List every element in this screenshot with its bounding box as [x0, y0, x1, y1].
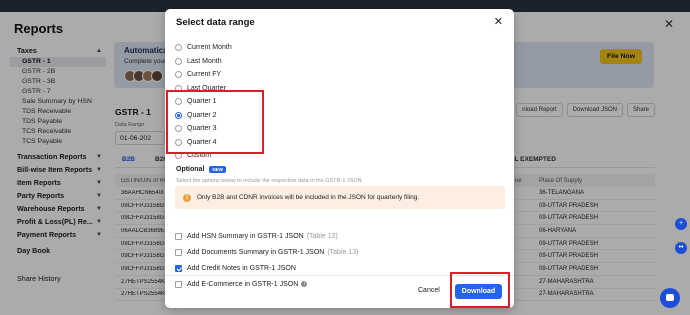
- radio-icon[interactable]: [175, 152, 182, 160]
- select-range-dialog: Select data range ✕ Current Month Last M…: [165, 9, 514, 308]
- radio-icon[interactable]: [175, 125, 182, 133]
- checkbox-icon[interactable]: [175, 248, 182, 256]
- info-icon: !: [183, 193, 191, 202]
- info-text: Only B2B and CDNR invoices will be inclu…: [197, 194, 420, 201]
- option-label: Current Month: [187, 44, 232, 52]
- option-custom[interactable]: Custom: [175, 149, 375, 163]
- range-options: Current Month Last Month Current FY Last…: [175, 41, 375, 163]
- check-label: Add HSN Summary in GSTR-1 JSON: [187, 232, 304, 240]
- optional-label: Optional: [176, 166, 205, 173]
- option-quarter-4[interactable]: Quarter 4: [175, 136, 375, 150]
- option-label: Current FY: [187, 71, 222, 79]
- optional-heading: Optional NEW: [176, 166, 226, 173]
- check-hsn-summary[interactable]: Add HSN Summary in GSTR-1 JSON (Table 12): [175, 228, 358, 244]
- radio-icon[interactable]: [175, 84, 182, 92]
- dialog-footer: [165, 275, 514, 276]
- option-quarter-1[interactable]: Quarter 1: [175, 95, 375, 109]
- option-quarter-3[interactable]: Quarter 3: [175, 122, 375, 136]
- check-hint: (Table 12): [306, 232, 338, 240]
- option-label: Quarter 4: [187, 138, 217, 146]
- check-e-commerce[interactable]: Add E-Commerce in GSTR-1 JSON i: [175, 276, 358, 292]
- check-label: Add E-Commerce in GSTR-1 JSON: [187, 280, 299, 288]
- json-options: Add HSN Summary in GSTR-1 JSON (Table 12)…: [175, 228, 358, 292]
- option-label: Quarter 3: [187, 125, 217, 133]
- check-documents-summary[interactable]: Add Documents Summary in GSTR-1 JSON (Tab…: [175, 244, 358, 260]
- download-button[interactable]: Download: [455, 284, 502, 299]
- optional-description: Select the options below to include the …: [176, 178, 362, 184]
- option-label: Last Month: [187, 57, 222, 65]
- dialog-title: Select data range: [176, 17, 255, 28]
- option-label: Last Quarter: [187, 84, 226, 92]
- new-badge: NEW: [209, 166, 226, 173]
- check-hint: (Table 13): [327, 248, 359, 256]
- radio-selected-icon[interactable]: [175, 111, 182, 119]
- check-credit-notes[interactable]: Add Credit Notes in GSTR-1 JSON: [175, 260, 358, 276]
- side-action-icon[interactable]: +: [675, 218, 687, 230]
- option-last-month[interactable]: Last Month: [175, 55, 375, 69]
- info-icon[interactable]: i: [301, 281, 308, 287]
- checkbox-icon[interactable]: [175, 232, 182, 240]
- radio-icon[interactable]: [175, 98, 182, 106]
- option-last-quarter[interactable]: Last Quarter: [175, 82, 375, 96]
- check-label: Add Documents Summary in GSTR-1 JSON: [187, 248, 325, 256]
- radio-icon[interactable]: [175, 57, 182, 65]
- option-label: Custom: [187, 152, 212, 160]
- radio-icon[interactable]: [175, 44, 182, 52]
- cancel-button[interactable]: Cancel: [418, 287, 440, 294]
- option-current-month[interactable]: Current Month: [175, 41, 375, 55]
- checkbox-checked-icon[interactable]: [175, 264, 182, 272]
- option-quarter-2[interactable]: Quarter 2: [175, 109, 375, 123]
- radio-icon[interactable]: [175, 138, 182, 146]
- chat-icon[interactable]: [660, 288, 680, 308]
- checkbox-icon[interactable]: [175, 280, 182, 288]
- option-label: Quarter 1: [187, 98, 217, 106]
- option-current-fy[interactable]: Current FY: [175, 68, 375, 82]
- radio-icon[interactable]: [175, 71, 182, 79]
- check-label: Add Credit Notes in GSTR-1 JSON: [187, 264, 296, 272]
- info-notice: ! Only B2B and CDNR invoices will be inc…: [175, 186, 505, 209]
- option-label: Quarter 2: [187, 111, 217, 119]
- close-icon[interactable]: ✕: [494, 15, 503, 28]
- side-action-icon[interactable]: ••: [675, 242, 687, 254]
